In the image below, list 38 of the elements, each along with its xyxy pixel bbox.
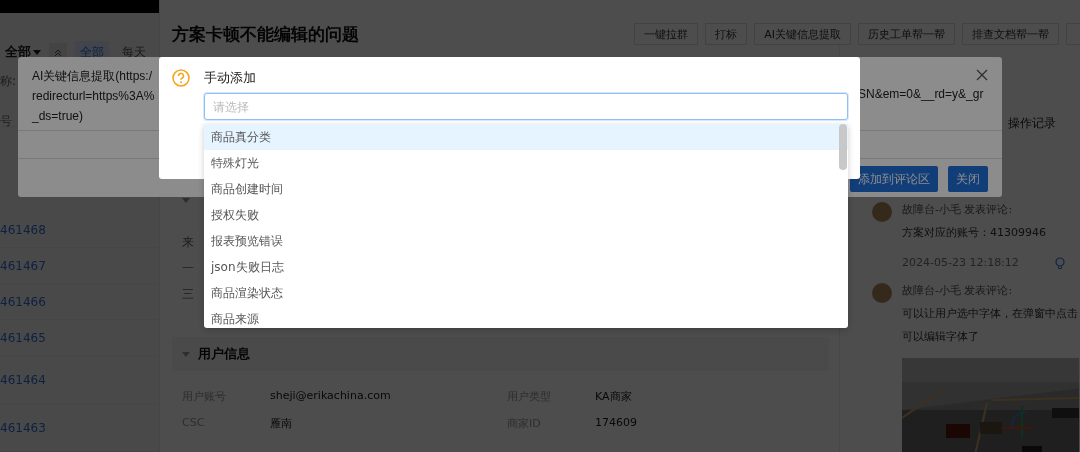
field-value: 174609 [595,416,638,431]
chevron-up-icon [54,47,62,57]
avatar [872,202,892,222]
dialog-button[interactable]: 关闭 [948,166,988,192]
dialog-text: SN&em=0&__rd=y&_gr [858,86,984,103]
field-value: sheji@erikachina.com [270,389,392,404]
ticket-id-link[interactable]: 461466 [0,294,46,309]
ticket-id-link[interactable]: 461463 [0,420,46,435]
dialog-button[interactable]: 添加到评论区 [850,166,938,192]
dialog-title: 手动添加 [204,69,256,87]
dropdown-option[interactable]: 商品创建时间 [204,176,848,202]
dropdown-option[interactable]: 商品真分类 [204,124,848,150]
ticket-title: 方案卡顿不能编辑的问题 [172,22,359,46]
dropdown-option[interactable]: json失败日志 [204,254,848,280]
dropdown-option[interactable]: 商品渲染状态 [204,280,848,306]
filter-dropdown[interactable]: 全部 [5,43,41,61]
avatar [872,283,892,303]
tab[interactable]: 操作记录 [1008,114,1056,132]
ticket-id-link[interactable]: 461468 [0,222,46,237]
field-value: KA商家 [595,389,633,404]
lightbulb-icon [1054,256,1065,269]
close-icon [976,69,988,81]
ticket-id-link[interactable]: 461464 [0,372,46,387]
ticket-id-link[interactable]: 461467 [0,258,46,273]
dropdown-option[interactable]: 报表预览错误 [204,228,848,254]
dialog-text: _ds=true) [32,108,85,125]
dropdown-option[interactable]: 商品来源 [204,306,848,328]
close-button[interactable] [976,69,988,81]
ticket-id-link[interactable]: 461465 [0,330,46,345]
dropdown-option[interactable]: 授权失败 [204,202,848,228]
question-icon [172,69,190,87]
scrollbar[interactable] [839,124,847,170]
caret-icon [33,49,41,55]
action-button[interactable]: 打标 [705,23,748,45]
field-value: 雁南 [270,416,293,431]
select-field[interactable]: 请选择 [204,93,848,120]
dialog-text: AI关键信息提取(https:/ [32,68,154,85]
dropdown-option[interactable]: 特殊灯光 [204,150,848,176]
